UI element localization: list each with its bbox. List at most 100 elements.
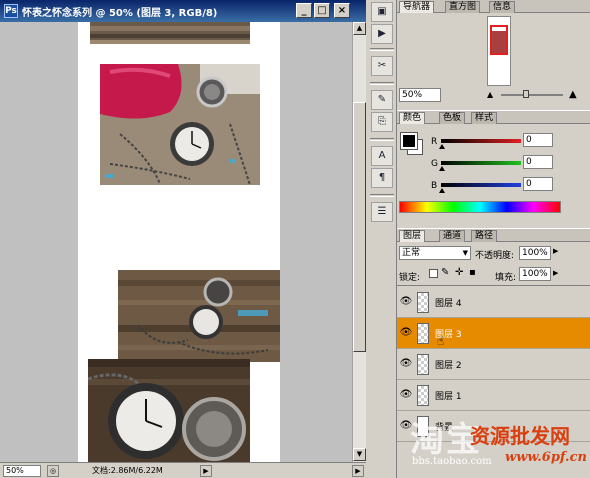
document-title-bar[interactable]: Ps 怀表之怀念系列 @ 50% (图层 3, RGB/8) _ □ × [0, 0, 366, 22]
dock-separator [370, 194, 394, 197]
zoom-out-icon[interactable]: ▲ [487, 90, 493, 99]
watermark-title: 资源批发网 [470, 424, 570, 448]
eye-icon[interactable]: 👁 [399, 326, 413, 340]
close-button[interactable]: × [334, 3, 350, 18]
scroll-up-arrow-icon[interactable]: ▲ [353, 22, 366, 35]
scroll-right-arrow-icon[interactable]: ▶ [352, 465, 364, 477]
vertical-scrollbar[interactable]: ▲ ▼ [352, 22, 366, 462]
lock-position-icon[interactable]: ✛ [455, 267, 463, 278]
tab-layers[interactable]: 图层 [399, 230, 426, 242]
document-size-info: 文档:2.86M/6.22M [92, 466, 163, 475]
chevron-down-icon: ▼ [462, 249, 468, 257]
navigator-panel: 导航器 直方图 信息 50% ▲ ▲ [397, 0, 590, 110]
status-bar: 50% ◎ 文档:2.86M/6.22M ▶ ▶ [0, 462, 366, 478]
r-slider-caret[interactable] [439, 144, 445, 149]
tab-navigator[interactable]: 导航器 [399, 1, 435, 13]
status-menu-icon[interactable]: ◎ [47, 465, 59, 477]
eye-icon[interactable]: 👁 [399, 295, 413, 309]
g-slider-caret[interactable] [439, 166, 445, 171]
character-dock-icon[interactable]: A [371, 146, 393, 166]
b-channel-label: B [431, 181, 438, 191]
eye-icon[interactable]: 👁 [399, 388, 413, 402]
lock-pixels-icon[interactable]: ✎ [441, 267, 449, 278]
fill-field[interactable]: 100% [519, 267, 551, 281]
g-slider-track[interactable] [441, 161, 521, 165]
layer-thumbnail [417, 385, 429, 406]
photoshop-app-icon: Ps [4, 4, 18, 18]
layer-thumbnail [417, 323, 429, 344]
lock-label: 锁定: [399, 273, 421, 283]
document-title: 怀表之怀念系列 @ 50% (图层 3, RGB/8) [22, 8, 218, 19]
tab-histogram[interactable]: 直方图 [445, 1, 481, 13]
b-value-field[interactable]: 0 [523, 177, 553, 191]
scroll-down-arrow-icon[interactable]: ▼ [353, 448, 366, 461]
canvas-area[interactable] [0, 22, 352, 462]
navigator-zoom-field[interactable]: 50% [399, 88, 441, 102]
r-channel-label: R [431, 137, 438, 147]
maximize-button[interactable]: □ [314, 3, 330, 18]
paragraph-dock-icon[interactable]: ¶ [371, 168, 393, 188]
clone-source-dock-icon[interactable]: ⎘ [371, 112, 393, 132]
tab-swatches[interactable]: 色板 [439, 112, 466, 124]
navigator-tab-row: 导航器 直方图 信息 [397, 0, 590, 13]
g-value-field[interactable]: 0 [523, 155, 553, 169]
color-ramp[interactable] [399, 201, 561, 213]
r-value-field[interactable]: 0 [523, 133, 553, 147]
foreground-color-swatch[interactable] [400, 132, 418, 150]
brushes-dock-icon[interactable]: ✎ [371, 90, 393, 110]
zoom-level-field[interactable]: 50% [3, 465, 41, 477]
g-channel-label: G [431, 159, 438, 169]
zoom-slider-track[interactable] [501, 94, 563, 96]
scrollbar-thumb[interactable] [353, 102, 366, 352]
opacity-field[interactable]: 100% [519, 246, 551, 260]
layer-thumbnail [417, 354, 429, 375]
tool-presets-dock-icon[interactable]: ✂ [371, 56, 393, 76]
eye-icon[interactable]: 👁 [399, 357, 413, 371]
tab-info[interactable]: 信息 [489, 1, 516, 13]
blend-mode-value: 正常 [402, 248, 421, 258]
layer-row[interactable]: 👁 图层 1 [397, 380, 590, 411]
blend-mode-select[interactable]: 正常 ▼ [399, 246, 471, 260]
layer-name: 图层 4 [435, 299, 462, 309]
r-slider-track[interactable] [441, 139, 521, 143]
layer-row-selected[interactable]: 👁 图层 3 ☝ [397, 318, 590, 349]
dock-separator [370, 82, 394, 85]
layer-image-watch-on-wood [118, 270, 280, 362]
minimize-button[interactable]: _ [296, 3, 312, 18]
color-tab-row: 颜色 色板 样式 [397, 111, 590, 124]
actions-dock-icon[interactable]: ▶ [371, 24, 393, 44]
notes-dock-icon[interactable]: ☰ [371, 202, 393, 222]
layer-image-open-watch-closeup [88, 359, 250, 462]
tab-paths[interactable]: 路径 [471, 230, 498, 242]
dock-separator [370, 48, 394, 51]
color-panel: 颜色 色板 样式 R 0 G 0 B 0 [397, 110, 590, 228]
b-slider-caret[interactable] [439, 188, 445, 193]
navigator-dock-icon[interactable]: ▣ [371, 2, 393, 22]
layer-name: 图层 2 [435, 361, 462, 371]
opacity-label: 不透明度: [475, 251, 515, 261]
watermark-site-2: www.6pf.cn [505, 450, 587, 465]
dock-separator [370, 138, 394, 141]
b-slider-track[interactable] [441, 183, 521, 187]
navigator-preview[interactable] [487, 16, 511, 86]
lock-transparency-icon[interactable] [429, 269, 438, 278]
fill-label: 填充: [495, 273, 517, 283]
layer-row[interactable]: 👁 图层 4 [397, 287, 590, 318]
layer-row[interactable]: 👁 图层 2 [397, 349, 590, 380]
watermark-site-1: bbs.taobao.com [412, 456, 492, 467]
tab-color[interactable]: 颜色 [399, 112, 426, 124]
status-arrow-icon[interactable]: ▶ [200, 465, 212, 477]
layers-tab-row: 图层 通道 路径 [397, 229, 590, 242]
lock-all-icon[interactable]: ▪ [469, 267, 476, 278]
layer-name: 图层 1 [435, 392, 462, 402]
layer-image-red-bag-watch [100, 64, 260, 185]
layer-image-strip [90, 22, 250, 44]
navigator-view-box[interactable] [490, 25, 508, 55]
opacity-arrow-icon[interactable]: ▶ [553, 247, 558, 255]
palette-dock: ▣ ▶ ✂ ✎ ⎘ A ¶ ☰ [367, 0, 397, 478]
zoom-slider-thumb[interactable] [523, 90, 529, 98]
fill-arrow-icon[interactable]: ▶ [553, 269, 558, 277]
tab-channels[interactable]: 通道 [439, 230, 466, 242]
zoom-in-icon[interactable]: ▲ [569, 89, 577, 100]
tab-styles[interactable]: 样式 [471, 112, 498, 124]
